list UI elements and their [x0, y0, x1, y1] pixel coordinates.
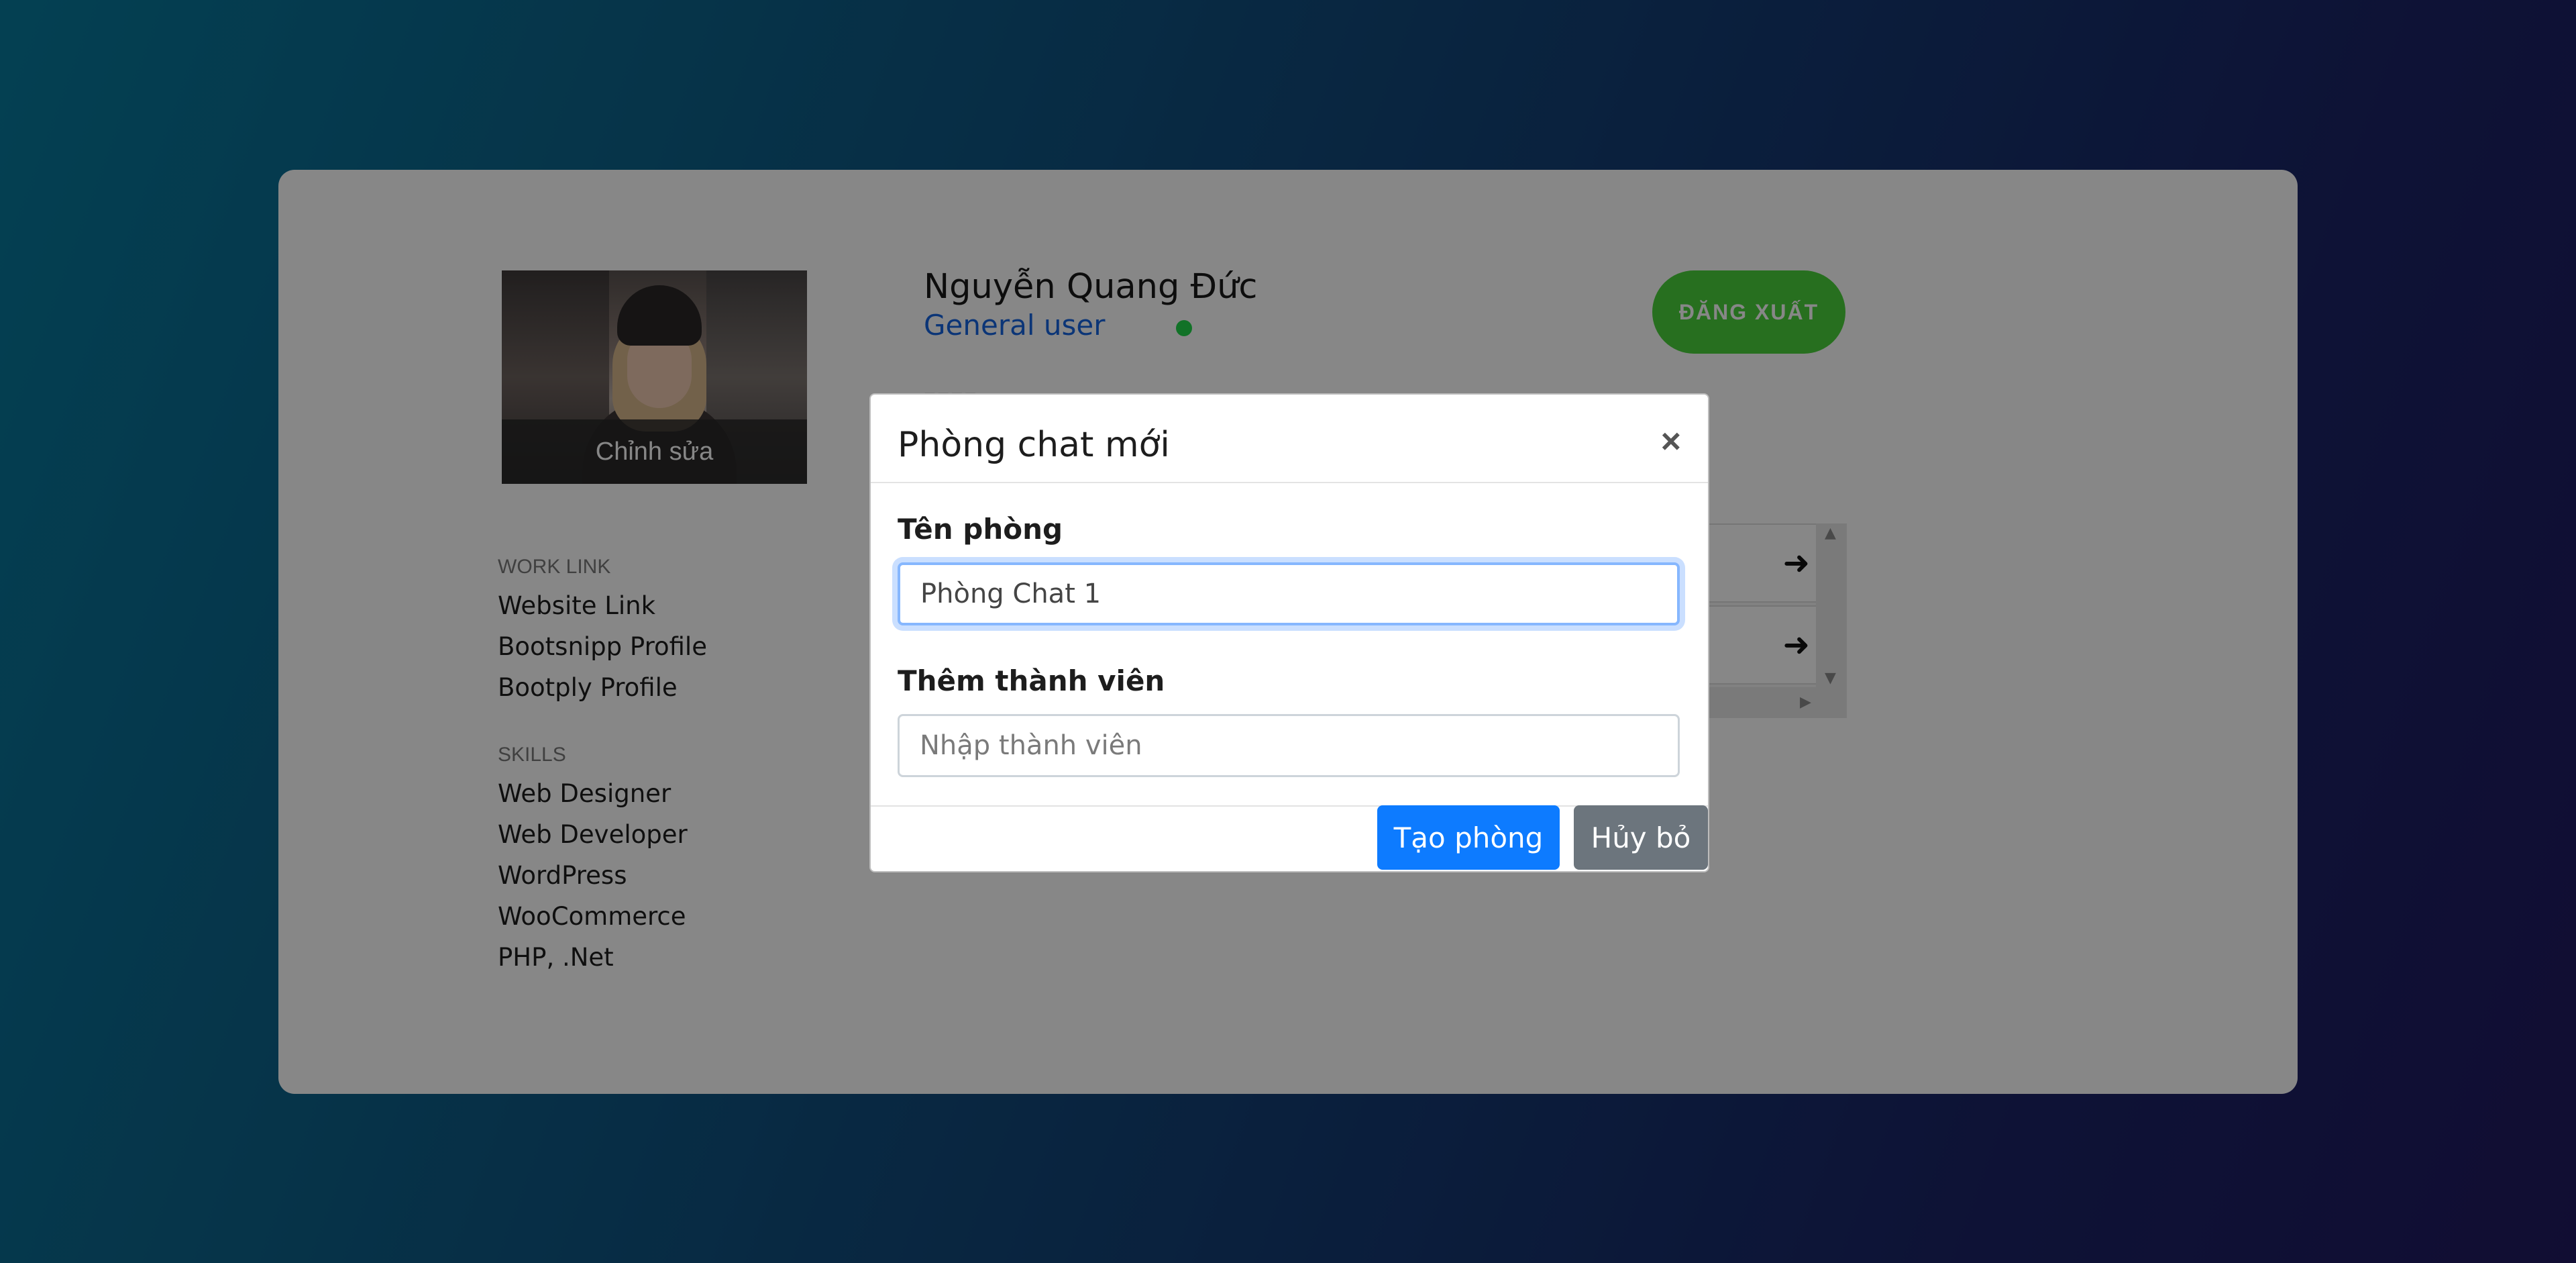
create-room-button[interactable]: Tạo phòng: [1377, 805, 1560, 870]
modal-header: Phòng chat mới ×: [871, 395, 1708, 483]
room-name-label: Tên phòng: [898, 513, 1063, 546]
members-input[interactable]: [898, 714, 1680, 777]
members-label: Thêm thành viên: [898, 664, 1165, 697]
close-icon[interactable]: ×: [1661, 421, 1681, 462]
new-chat-room-modal: Phòng chat mới × Tên phòng Thêm thành vi…: [869, 393, 1709, 872]
modal-title: Phòng chat mới: [898, 425, 1170, 465]
room-name-input[interactable]: [898, 562, 1680, 625]
cancel-button[interactable]: Hủy bỏ: [1574, 805, 1708, 870]
